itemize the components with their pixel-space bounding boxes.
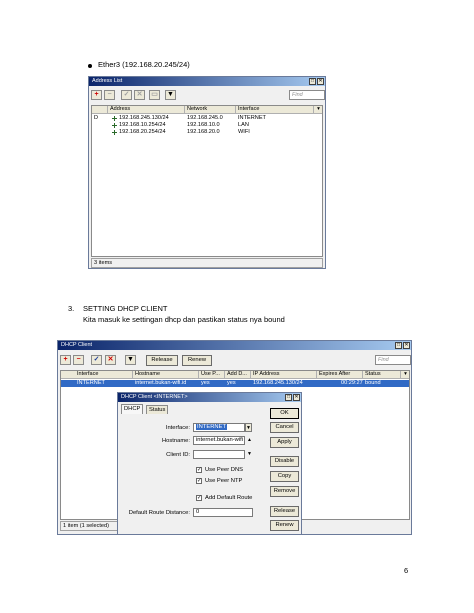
row-1-network[interactable]: 192.168.10.0: [185, 122, 236, 129]
address-list-status: 3 items: [91, 258, 323, 268]
filter-icon[interactable]: ▼: [125, 355, 136, 365]
dhcp-client-titlebar: DHCP Client □ ✕: [58, 341, 411, 350]
release-button[interactable]: Release: [270, 506, 299, 517]
row-2-interface[interactable]: WIFI: [236, 129, 296, 136]
check-icon[interactable]: ✓: [121, 90, 132, 100]
address-list-toolbar: + − ✓ ✕ ▭ ▼ Find: [91, 89, 325, 102]
release-button[interactable]: Release: [146, 355, 178, 366]
close-icon[interactable]: ✕: [317, 78, 324, 85]
col-flag[interactable]: [92, 106, 108, 114]
check-icon[interactable]: ✓: [91, 355, 102, 365]
row-expires: 00:29:27: [341, 380, 363, 386]
use-peer-dns-checkbox[interactable]: ✓: [196, 467, 202, 473]
page-number: 6: [404, 566, 409, 575]
row-use-peer: yes: [201, 380, 210, 386]
col-interface[interactable]: Interface: [61, 371, 133, 379]
col-hostname[interactable]: Hostname: [133, 371, 199, 379]
col-use-peer[interactable]: Use P...: [199, 371, 225, 379]
address-list-title: Address List: [92, 78, 123, 84]
dhcp-client-title: DHCP Client: [61, 342, 93, 348]
copy-button[interactable]: Copy: [270, 471, 299, 482]
row-0-network[interactable]: 192.168.245.0: [185, 115, 236, 122]
row-add-default: yes: [227, 380, 236, 386]
address-list-titlebar: Address List □ ✕: [89, 77, 325, 86]
renew-button[interactable]: Renew: [182, 355, 212, 366]
add-default-route-checkbox[interactable]: ✓: [196, 495, 202, 501]
dhcp-client-toolbar: + − ✓ ✕ ▼ Release Renew Find: [60, 354, 411, 367]
default-route-distance-label: Default Route Distance:: [128, 510, 190, 516]
col-status[interactable]: Status: [363, 371, 401, 379]
row-ip-address: 192.168.245.130/24: [253, 380, 303, 386]
close-icon[interactable]: ✕: [293, 394, 300, 401]
dhcp-client-status: 1 item (1 selected): [60, 521, 120, 531]
col-interface[interactable]: Interface: [236, 106, 314, 114]
hostname-field[interactable]: internet.bukan-wifi: [193, 436, 245, 445]
disable-button[interactable]: Disable: [270, 456, 299, 467]
tab-status[interactable]: Status: [146, 405, 169, 414]
hostname-label: Hostname:: [161, 438, 190, 444]
chevron-down-icon[interactable]: ▼: [246, 450, 253, 459]
row-1-interface[interactable]: LAN: [236, 122, 296, 129]
bullet-dot: [88, 64, 92, 68]
restore-icon[interactable]: □: [395, 342, 402, 349]
interface-label: Interface:: [165, 425, 190, 431]
section-title: SETTING DHCP CLIENT: [83, 304, 168, 313]
bullet-text: Ether3 (192.168.20.245/24): [98, 60, 190, 69]
comment-icon[interactable]: ▭: [149, 90, 160, 100]
dhcp-find-input[interactable]: Find: [375, 355, 411, 365]
client-id-field[interactable]: [193, 450, 245, 459]
filter-icon[interactable]: ▼: [165, 90, 176, 100]
section-body: Kita masuk ke settingan dhcp dan pastika…: [83, 315, 285, 324]
apply-button[interactable]: Apply: [270, 437, 299, 448]
row-hostname: internet.bukan-wifi.id: [135, 380, 187, 386]
col-ip-address[interactable]: IP Address: [251, 371, 317, 379]
section-number: 3.: [68, 304, 75, 313]
col-address[interactable]: Address: [108, 106, 185, 114]
interface-value: INTERNET: [196, 424, 227, 430]
client-id-label: Client ID:: [166, 452, 190, 458]
dhcp-dialog-title: DHCP Client <INTERNET>: [121, 394, 188, 400]
column-menu-icon[interactable]: ▾: [401, 371, 409, 379]
dhcp-client-dialog: DHCP Client <INTERNET> □ ✕ DHCP Status I…: [117, 392, 302, 535]
ok-button[interactable]: OK: [270, 408, 299, 419]
interface-select[interactable]: INTERNET: [193, 423, 245, 432]
renew-button[interactable]: Renew: [270, 520, 299, 531]
row-1-address[interactable]: 192.168.10.254/24: [117, 122, 185, 129]
address-list-window: Address List □ ✕ + − ✓ ✕ ▭ ▼ Find Addres…: [88, 76, 326, 269]
tab-dhcp[interactable]: DHCP: [121, 404, 144, 414]
row-2-network[interactable]: 192.168.20.0: [185, 129, 236, 136]
use-peer-ntp-label: Use Peer NTP: [205, 478, 243, 484]
remove-button[interactable]: Remove: [270, 486, 299, 497]
address-find-input[interactable]: Find: [289, 90, 325, 100]
use-peer-dns-label: Use Peer DNS: [205, 467, 244, 473]
plus-icon[interactable]: +: [91, 90, 102, 100]
plus-icon[interactable]: +: [60, 355, 71, 365]
row-2-address[interactable]: 192.168.20.254/24: [117, 129, 185, 136]
row-0-interface[interactable]: INTERNET: [236, 115, 296, 122]
restore-icon[interactable]: □: [309, 78, 316, 85]
col-expires[interactable]: Expires After: [317, 371, 363, 379]
chevron-down-icon[interactable]: ▼: [245, 423, 252, 432]
x-icon[interactable]: ✕: [105, 355, 116, 365]
add-default-route-label: Add Default Route: [205, 495, 253, 501]
cancel-button[interactable]: Cancel: [270, 422, 299, 433]
row-0-address[interactable]: 192.168.245.130/24: [117, 115, 185, 122]
row-interface: INTERNET: [77, 380, 105, 386]
chevron-up-icon[interactable]: ▲: [246, 436, 253, 445]
minus-icon[interactable]: −: [104, 90, 115, 100]
address-list-table: Address Network Interface ▾ D 192.168.24…: [91, 105, 323, 257]
close-icon[interactable]: ✕: [403, 342, 410, 349]
column-menu-icon[interactable]: ▾: [314, 106, 322, 114]
table-row[interactable]: INTERNET internet.bukan-wifi.id yes yes …: [61, 380, 409, 387]
x-icon[interactable]: ✕: [134, 90, 145, 100]
restore-icon[interactable]: □: [285, 394, 292, 401]
dhcp-dialog-titlebar: DHCP Client <INTERNET> □ ✕: [118, 393, 301, 402]
row-status: bound: [365, 380, 381, 386]
minus-icon[interactable]: −: [73, 355, 84, 365]
use-peer-ntp-checkbox[interactable]: ✓: [196, 478, 202, 484]
default-route-distance-field[interactable]: 0: [193, 508, 253, 517]
col-network[interactable]: Network: [185, 106, 236, 114]
col-add-default[interactable]: Add D...: [225, 371, 251, 379]
row-0-flag: D: [94, 115, 99, 121]
